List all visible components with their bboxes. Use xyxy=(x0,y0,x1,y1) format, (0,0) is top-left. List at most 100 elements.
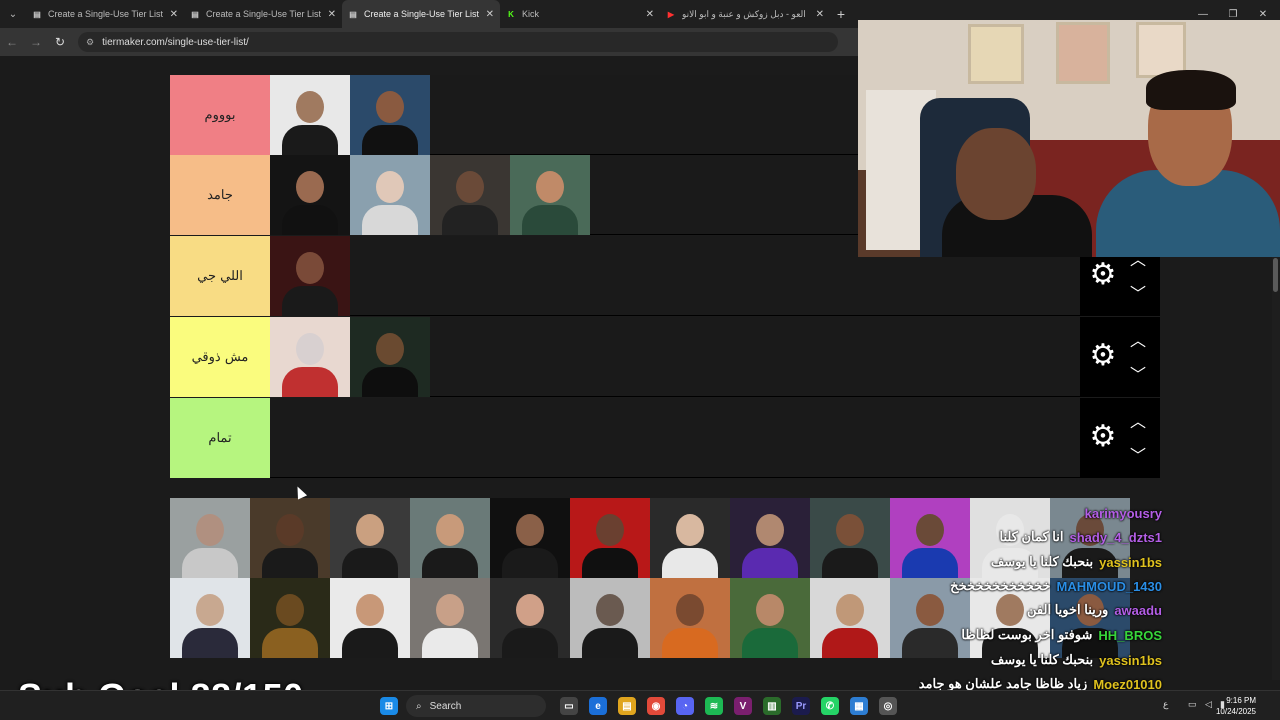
tab-close-icon[interactable]: ✕ xyxy=(170,9,178,20)
browser-tab[interactable]: K Kick ✕ xyxy=(500,0,660,28)
pool-item-image[interactable] xyxy=(170,498,250,578)
back-icon[interactable]: ← xyxy=(0,35,24,49)
browser-tab[interactable]: ▤ Create a Single-Use Tier List (P ✕ xyxy=(26,0,184,28)
forward-icon[interactable]: → xyxy=(24,35,48,49)
chat-message-text: شوفتو اخر بوست لظاظا xyxy=(961,627,1093,642)
reload-icon[interactable]: ↻ xyxy=(48,35,72,49)
gear-icon[interactable]: ⚙ xyxy=(1086,258,1120,292)
photo-figure xyxy=(662,548,718,578)
pool-item-image[interactable] xyxy=(650,498,730,578)
browser-tab[interactable]: ▶ العو - دبل زوكش و عنبة و ابو الانو ✕ xyxy=(660,0,830,28)
file-explorer-icon[interactable]: ▤ xyxy=(618,697,636,715)
discord-icon[interactable]: ◔ xyxy=(676,697,694,715)
chevron-up-icon[interactable]: ︿ xyxy=(1130,408,1146,432)
tiermaker-icon: ▤ xyxy=(191,9,199,19)
pool-item-image[interactable] xyxy=(810,498,890,578)
tier-item-image[interactable] xyxy=(350,155,430,235)
tier-item-image[interactable] xyxy=(270,155,350,235)
tab-title: Create a Single-Use Tier List (P xyxy=(364,9,480,19)
tier-items xyxy=(270,236,350,316)
tab-close-icon[interactable]: ✕ xyxy=(816,9,824,20)
pool-item-image[interactable] xyxy=(490,578,570,658)
photo-figure xyxy=(282,286,338,316)
tier-label[interactable]: بوووم xyxy=(170,75,270,155)
pool-item-image[interactable] xyxy=(410,498,490,578)
tier-label[interactable]: مش ذوقي xyxy=(170,317,270,397)
pool-item-image[interactable] xyxy=(730,498,810,578)
photo-figure xyxy=(582,628,638,658)
tier-item-image[interactable] xyxy=(430,155,510,235)
url-field[interactable]: ⚙ tiermaker.com/single-use-tier-list/ xyxy=(78,32,838,52)
tier-item-image[interactable] xyxy=(270,317,350,397)
gear-icon[interactable]: ⚙ xyxy=(1086,339,1120,373)
chrome-icon[interactable]: ◉ xyxy=(647,697,665,715)
pool-item-image[interactable] xyxy=(730,578,810,658)
obs-icon[interactable]: ◎ xyxy=(879,697,897,715)
photo-figure xyxy=(662,628,718,658)
chat-message-text: بنحبك كلنا يا يوسف xyxy=(990,652,1094,667)
tab-close-icon[interactable]: ✕ xyxy=(328,9,336,20)
chevron-down-icon[interactable]: ﹀ xyxy=(1130,442,1146,466)
tab-search-button[interactable]: ⌄ xyxy=(0,0,26,28)
photo-figure xyxy=(262,548,318,578)
chat-message: HH_BROS شوفتو اخر بوست لظاظا xyxy=(961,624,1162,646)
edge-icon[interactable]: e xyxy=(589,697,607,715)
photo-face xyxy=(676,514,704,546)
taskbar-clock[interactable]: 9:16 PM 10/24/2025 xyxy=(1216,695,1256,717)
tier-item-image[interactable] xyxy=(350,75,430,155)
spotify-icon[interactable]: ≋ xyxy=(705,697,723,715)
site-info-icon[interactable]: ⚙ xyxy=(86,37,94,48)
pool-item-image[interactable] xyxy=(330,578,410,658)
tier-label[interactable]: تمام xyxy=(170,398,270,478)
tab-close-icon[interactable]: ✕ xyxy=(486,9,494,20)
webcam-overlay xyxy=(858,20,1280,257)
photo-figure xyxy=(502,548,558,578)
document-app-icon[interactable]: ▥ xyxy=(763,697,781,715)
photo-figure xyxy=(822,548,878,578)
tier-label[interactable]: جامد xyxy=(170,155,270,235)
keyboard-language[interactable]: ع xyxy=(1163,699,1168,710)
browser-tab[interactable]: ▤ Create a Single-Use Tier List (P ✕ xyxy=(342,0,500,28)
taskbar-search[interactable]: ⌕ Search xyxy=(406,695,546,717)
pool-item-image[interactable] xyxy=(410,578,490,658)
photo-face xyxy=(196,594,224,626)
tab-close-icon[interactable]: ✕ xyxy=(646,9,654,20)
photo-face xyxy=(456,171,484,203)
chat-message: shady_4_dzts1 انا كمان كلنا xyxy=(999,526,1162,548)
pool-item-image[interactable] xyxy=(250,498,330,578)
pool-item-image[interactable] xyxy=(250,578,330,658)
chevron-up-icon[interactable]: ︿ xyxy=(1130,327,1146,351)
photo-face xyxy=(296,91,324,123)
url-text: tiermaker.com/single-use-tier-list/ xyxy=(102,36,249,48)
network-icon[interactable]: ▭ xyxy=(1188,699,1197,710)
photo-face xyxy=(596,594,624,626)
tier-item-image[interactable] xyxy=(270,236,350,316)
pool-item-image[interactable] xyxy=(170,578,250,658)
tier-label[interactable]: اللي جي xyxy=(170,236,270,316)
volume-icon[interactable]: ◁ xyxy=(1205,699,1212,710)
scrollbar-thumb[interactable] xyxy=(1273,258,1278,292)
pool-item-image[interactable] xyxy=(570,578,650,658)
photo-face xyxy=(356,514,384,546)
notes-app-icon[interactable]: ▦ xyxy=(850,697,868,715)
tier-item-image[interactable] xyxy=(270,75,350,155)
premiere-icon[interactable]: Pr xyxy=(792,697,810,715)
media-app-icon[interactable]: V xyxy=(734,697,752,715)
browser-tab[interactable]: ▤ Create a Single-Use Tier List (P ✕ xyxy=(184,0,342,28)
pool-item-image[interactable] xyxy=(650,578,730,658)
pool-item-image[interactable] xyxy=(810,578,890,658)
chat-message: yassin1bs بنحبك كلنا يا يوسف xyxy=(991,551,1162,573)
gear-icon[interactable]: ⚙ xyxy=(1086,420,1120,454)
whatsapp-icon[interactable]: ✆ xyxy=(821,697,839,715)
chevron-down-icon[interactable]: ﹀ xyxy=(1130,280,1146,304)
start-icon[interactable]: ⊞ xyxy=(380,697,398,715)
pool-item-image[interactable] xyxy=(330,498,410,578)
task-view-icon[interactable]: ▭ xyxy=(560,697,578,715)
tier-item-image[interactable] xyxy=(510,155,590,235)
streamer-left-head xyxy=(956,128,1036,220)
new-tab-button[interactable]: + xyxy=(830,6,852,22)
pool-item-image[interactable] xyxy=(570,498,650,578)
pool-item-image[interactable] xyxy=(490,498,570,578)
chevron-down-icon[interactable]: ﹀ xyxy=(1130,361,1146,385)
tier-item-image[interactable] xyxy=(350,317,430,397)
